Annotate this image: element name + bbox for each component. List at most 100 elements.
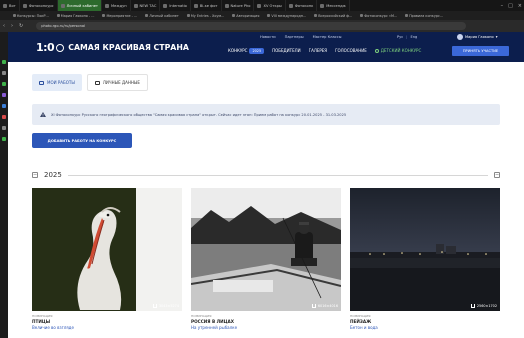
image-icon — [39, 80, 44, 85]
sidebar-app-icon[interactable] — [2, 126, 6, 130]
works-grid: 3043×5274 НОМИНАЦИЯ ПТИЦЫ Величие во взг… — [32, 188, 500, 330]
browser-tab[interactable]: Фотоконк — [286, 0, 318, 11]
download-icon[interactable] — [152, 304, 157, 308]
bookmark-item[interactable]: My Entries - Хоум... — [184, 14, 227, 18]
nav-voting[interactable]: ГОЛОСОВАНИЕ — [335, 48, 367, 53]
tab-favicon-icon — [60, 3, 65, 8]
sidebar-app-icon[interactable] — [2, 71, 6, 75]
year-section-header: − 2025 − — [32, 170, 500, 180]
bookmark-item[interactable]: Авторизация — [229, 14, 262, 18]
back-icon[interactable]: ‹ — [0, 23, 8, 29]
top-link-news[interactable]: Новости — [260, 35, 276, 39]
bookmark-favicon-icon — [56, 14, 60, 17]
nav-kids-contest[interactable]: ДЕТСКИЙ КОНКУРС — [374, 48, 421, 53]
fisherman-photo — [191, 188, 341, 311]
browser-tab[interactable]: Вот — [0, 0, 20, 11]
tab-personal-data[interactable]: ЛИЧНЫЕ ДАННЫЕ — [86, 74, 148, 91]
logo-globe-icon — [56, 43, 65, 52]
tab-favicon-icon — [105, 3, 110, 8]
bookmark-favicon-icon — [267, 14, 271, 17]
user-name: Мария Гаяконо — [465, 35, 494, 39]
tab-my-works[interactable]: МОИ РАБОТЫ — [32, 74, 82, 91]
nomination-label: НОМИНАЦИЯ — [32, 314, 53, 318]
sidebar-app-icon[interactable] — [2, 60, 6, 64]
download-icon[interactable] — [311, 304, 316, 308]
collapse-icon[interactable]: − — [494, 172, 500, 178]
logo-mark: 1:0 — [36, 41, 55, 54]
browser-tab[interactable]: Nature Pho — [222, 0, 255, 11]
forward-icon[interactable]: › — [8, 23, 16, 29]
sidebar-app-icon[interactable] — [2, 115, 6, 119]
work-card[interactable]: 6016×4016 НОМИНАЦИЯ РОССИЯ В ЛИЦАХ На ут… — [191, 188, 341, 330]
close-icon[interactable]: × — [518, 3, 522, 9]
site-logo[interactable]: 1:0 САМАЯ КРАСИВАЯ СТРАНА — [36, 41, 189, 54]
bookmark-item[interactable]: Правила конкурс... — [402, 14, 446, 18]
bookmark-favicon-icon — [186, 14, 190, 17]
bookmark-item[interactable]: Мероприятие - ... — [99, 14, 140, 18]
tab-favicon-icon — [257, 3, 262, 8]
tab-favicon-icon — [3, 3, 7, 8]
bookmark-item[interactable]: Мария Гаяконо - ... — [54, 14, 98, 18]
participate-button[interactable]: ПРИНЯТЬ УЧАСТИЕ — [452, 46, 509, 56]
lang-en[interactable]: Eng — [411, 35, 418, 39]
tab-favicon-icon — [193, 3, 198, 8]
browser-tab[interactable]: Internatio — [160, 0, 191, 11]
sidebar-app-icon[interactable] — [2, 82, 6, 86]
work-title[interactable]: Бетон и вода — [350, 325, 500, 330]
url-field[interactable]: photo.rgo.ru/ru/personal — [36, 22, 467, 30]
kids-contest-icon — [374, 48, 379, 53]
reload-icon[interactable]: ↻ — [16, 23, 26, 29]
nomination-category: ПЕЙЗАЖ — [350, 319, 372, 324]
browser-tab[interactable]: XV Откры — [254, 0, 286, 11]
work-card[interactable]: 2560×1702 НОМИНАЦИЯ ПЕЙЗАЖ Бетон и вода — [350, 188, 500, 330]
bookmark-item[interactable]: Фотоконкурс «М... — [357, 14, 400, 18]
logo-title: САМАЯ КРАСИВАЯ СТРАНА — [68, 43, 189, 52]
sidebar-app-icon[interactable] — [2, 93, 6, 97]
top-link-partners[interactable]: Партнеры — [285, 35, 304, 39]
bookmark-favicon-icon — [102, 14, 106, 17]
photo-resolution: 3043×5274 — [152, 304, 179, 308]
collapse-icon[interactable]: − — [32, 172, 38, 178]
browser-tab[interactable]: NEW ТАС — [131, 0, 161, 11]
address-bar-row: ‹ › ↻ photo.rgo.ru/ru/personal — [0, 20, 524, 32]
browser-tab-active[interactable]: Личный кабинет — [57, 0, 103, 11]
lang-ru[interactable]: Рус — [397, 35, 403, 39]
browser-tab-strip: Вот Фотоконкурс Личный кабинет Междун NE… — [0, 0, 524, 11]
site-header: 1:0 САМАЯ КРАСИВАЯ СТРАНА Новости Партне… — [8, 32, 524, 62]
contest-year-badge: 2025 — [249, 48, 265, 54]
bookmark-favicon-icon — [145, 14, 149, 17]
nomination-category: ПТИЦЫ — [32, 319, 51, 324]
nav-contest[interactable]: КОНКУРС 2025 — [228, 48, 265, 54]
work-photo[interactable]: 3043×5274 — [32, 188, 182, 311]
avatar — [457, 34, 463, 40]
work-title[interactable]: Величие во взгляде — [32, 325, 182, 330]
bookmark-item[interactable]: VIII международн... — [264, 14, 309, 18]
profile-tabs: МОИ РАБОТЫ ЛИЧНЫЕ ДАННЫЕ — [32, 74, 148, 91]
nav-winners[interactable]: ПОБЕДИТЕЛИ — [272, 48, 301, 53]
browser-tab[interactable]: Междун — [102, 0, 131, 11]
bookmark-item[interactable]: Личный кабинет — [142, 14, 182, 18]
work-card[interactable]: 3043×5274 НОМИНАЦИЯ ПТИЦЫ Величие во взг… — [32, 188, 182, 330]
add-work-button[interactable]: ДОБАВИТЬ РАБОТУ НА КОНКУРС — [32, 133, 132, 148]
bookmark-item[interactable]: Конкурсы: ПоиР... — [10, 14, 52, 18]
tab-favicon-icon — [133, 3, 138, 8]
work-title[interactable]: На утренней рыбалке — [191, 325, 341, 330]
work-photo[interactable]: 2560×1702 — [350, 188, 500, 311]
minimize-icon[interactable]: – — [501, 3, 504, 9]
user-menu[interactable]: Мария Гаяконо ▾ — [457, 34, 498, 40]
browser-tab[interactable]: Фотоконкурс — [20, 0, 58, 11]
maximize-icon[interactable]: □ — [508, 3, 513, 9]
pelican-photo — [32, 188, 182, 311]
browser-tab[interactable]: Bi-ке фот — [191, 0, 222, 11]
download-icon[interactable] — [470, 304, 475, 308]
top-link-masterclasses[interactable]: Мастер Классы — [313, 35, 342, 39]
sidebar-app-icon[interactable] — [2, 137, 6, 141]
sidebar-app-icon[interactable] — [2, 104, 6, 108]
tab-favicon-icon — [22, 3, 27, 8]
browser-tab[interactable]: Мессендж — [317, 0, 350, 11]
tab-favicon-icon — [320, 3, 325, 8]
divider — [67, 174, 488, 176]
bookmark-item[interactable]: Всероссийский ф... — [311, 14, 355, 18]
nav-gallery[interactable]: ГАЛЕРЕЯ — [309, 48, 327, 53]
work-photo[interactable]: 6016×4016 — [191, 188, 341, 311]
